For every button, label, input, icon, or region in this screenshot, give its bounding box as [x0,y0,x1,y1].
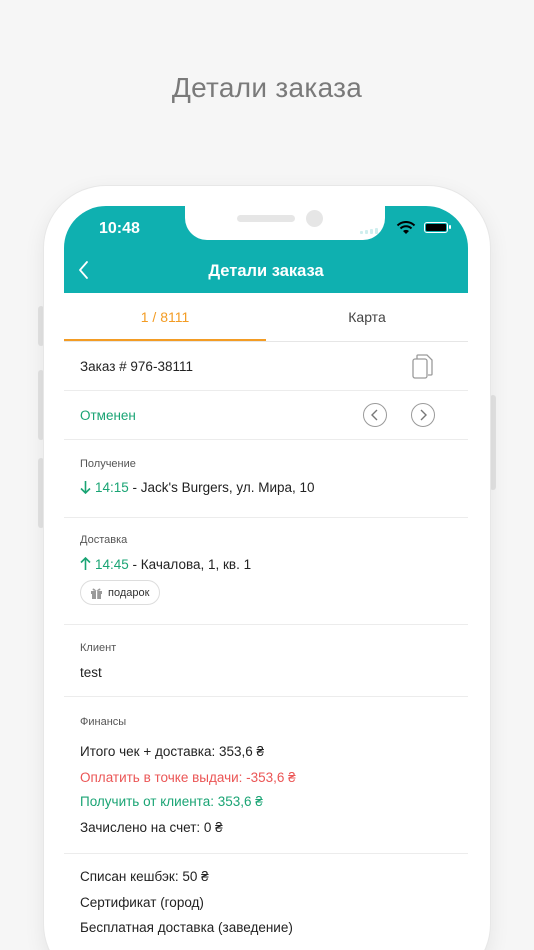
order-number: Заказ # 976-38111 [80,359,193,374]
next-order-button[interactable] [411,403,435,427]
gift-icon [91,588,102,599]
signal-icon [360,228,386,234]
phone-side-button [490,395,496,490]
pickup-section: Получение 14:15 - Jack's Burgers, ул. Ми… [64,440,468,518]
finance-section: Финансы Итого чек + доставка: 353,6 ₴ Оп… [64,697,468,854]
chevron-right-icon [420,409,427,421]
chevron-left-icon [371,409,378,421]
certificate-line: Сертификат (город) [80,895,204,910]
tab-map[interactable]: Карта [266,293,468,341]
tab-order[interactable]: 1 / 8111 [64,293,266,341]
previous-order-button[interactable] [363,403,387,427]
gift-tag-label: подарок [108,586,150,599]
speaker-grille [237,215,295,222]
pickup-place: - Jack's Burgers, ул. Мира, 10 [128,480,315,495]
status-time: 10:48 [99,220,140,237]
cashback-line: Списан кешбэк: 50 ₴ [80,869,209,884]
delivery-label: Доставка [80,534,128,546]
pickup-info: 14:15 - Jack's Burgers, ул. Мира, 10 [80,480,315,495]
app-bar: 10:48 Детали заказа [64,206,468,293]
phone-notch [185,206,385,240]
arrow-up-icon [80,557,91,570]
delivery-time: 14:45 [95,557,129,572]
front-camera [306,210,323,227]
pickup-time: 14:15 [95,480,129,495]
order-number-row: Заказ # 976-38111 [64,342,468,391]
delivery-address: - Качалова, 1, кв. 1 [128,557,252,572]
arrow-down-icon [80,481,91,494]
finance-label: Финансы [80,716,127,728]
free-delivery-line: Бесплатная доставка (заведение) [80,920,293,935]
gift-tag: подарок [80,580,161,605]
delivery-info: 14:45 - Качалова, 1, кв. 1 [80,557,251,572]
client-name: test [80,665,102,680]
battery-icon [424,222,451,233]
order-status-row: Отменен [64,391,468,440]
finance-pay-at-pickup: Оплатить в точке выдачи: -353,6 ₴ [80,770,296,785]
copy-icon[interactable] [412,354,434,380]
pickup-label: Получение [80,458,136,470]
client-section: Клиент test [64,625,468,697]
page-caption: Детали заказа [171,72,363,103]
delivery-section: Доставка 14:45 - Качалова, 1, кв. 1 пода… [64,518,468,625]
finance-credited: Зачислено на счет: 0 ₴ [80,820,223,835]
client-label: Клиент [80,642,117,654]
tab-bar: 1 / 8111 Карта [64,293,468,342]
order-status: Отменен [80,408,136,423]
wifi-icon [396,221,416,234]
active-tab-indicator [64,339,266,341]
page-title: Детали заказа [208,262,324,280]
phone-screen: 10:48 Детали заказа 1 / 8111 Карта Заказ… [64,206,468,950]
finance-total: Итого чек + доставка: 353,6 ₴ [80,744,265,759]
finance-receive-from-client: Получить от клиента: 353,6 ₴ [80,794,263,809]
extras-section: Списан кешбэк: 50 ₴ Сертификат (город) Б… [64,854,468,950]
status-icons [358,220,451,234]
